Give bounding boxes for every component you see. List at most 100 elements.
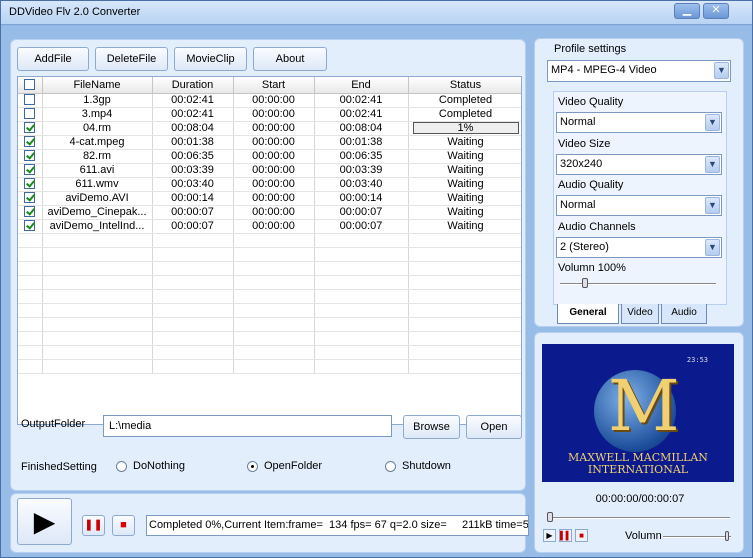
radio-open-folder[interactable]: OpenFolder: [247, 460, 322, 472]
file-list[interactable]: FileName Duration Start End Status 1.3gp…: [17, 76, 522, 425]
audio-quality-select[interactable]: Normal ▼: [556, 195, 722, 216]
stop-icon: ■: [579, 531, 584, 540]
open-button[interactable]: Open: [466, 415, 522, 439]
row-checkbox[interactable]: [24, 220, 36, 232]
browse-button[interactable]: Browse: [403, 415, 460, 439]
radio-shutdown[interactable]: Shutdown: [385, 460, 451, 472]
table-row[interactable]: 3.mp4 00:02:41 00:00:00 00:02:41 Completed: [18, 107, 521, 122]
row-checkbox-cell[interactable]: [18, 135, 43, 150]
row-checkbox[interactable]: [24, 206, 36, 218]
profile-select[interactable]: MP4 - MPEG-4 Video ▼: [547, 60, 731, 82]
preview-stop-button[interactable]: ■: [575, 529, 588, 542]
table-row[interactable]: aviDemo.AVI 00:00:14 00:00:00 00:00:14 Waiti…: [18, 191, 521, 206]
row-checkbox-cell[interactable]: [18, 177, 43, 192]
cell-duration: 00:08:04: [152, 121, 234, 136]
row-checkbox-cell[interactable]: [18, 219, 43, 234]
cell-status: Waiting: [408, 177, 521, 192]
about-button[interactable]: About: [253, 47, 327, 71]
row-checkbox-cell[interactable]: [18, 205, 43, 220]
cell-start: 00:00:00: [233, 135, 315, 150]
video-quality-select[interactable]: Normal ▼: [556, 112, 722, 133]
app-window: DDVideo Flv 2.0 Converter ▁ ✕ AddFile De…: [0, 0, 753, 558]
row-checkbox[interactable]: [24, 136, 36, 148]
cell-duration: 00:00:07: [152, 219, 234, 234]
radio-shutdown-dot: [385, 460, 396, 472]
row-checkbox[interactable]: [24, 94, 36, 106]
row-checkbox[interactable]: [24, 150, 36, 162]
cell-end: 00:00:07: [314, 219, 409, 234]
column-header-filename[interactable]: FileName: [42, 77, 153, 94]
cell-end: 00:08:04: [314, 121, 409, 136]
settings-panel: Profile settings MP4 - MPEG-4 Video ▼ Vid…: [534, 38, 744, 327]
tab-general[interactable]: General: [557, 304, 619, 324]
row-checkbox[interactable]: [24, 192, 36, 204]
chevron-down-icon: ▼: [714, 62, 729, 79]
cell-duration: 00:03:39: [152, 163, 234, 178]
column-header-duration[interactable]: Duration: [152, 77, 234, 94]
cell-duration: 00:01:38: [152, 135, 234, 150]
preview-volume-track[interactable]: [663, 536, 731, 538]
table-row[interactable]: 4-cat.mpeg 00:01:38 00:00:00 00:01:38 Waitin…: [18, 135, 521, 150]
profile-settings-label: Profile settings: [554, 43, 627, 55]
column-header-start[interactable]: Start: [233, 77, 315, 94]
add-file-button[interactable]: AddFile: [17, 47, 89, 71]
row-checkbox[interactable]: [24, 164, 36, 176]
cell-end: 00:01:38: [314, 135, 409, 150]
table-row[interactable]: 04.rm 00:08:04 00:00:00 00:08:04 1%: [18, 121, 521, 136]
preview-play-button[interactable]: ▶: [543, 529, 556, 542]
row-checkbox[interactable]: [24, 108, 36, 120]
cell-duration: 00:02:41: [152, 93, 234, 108]
close-button[interactable]: ✕: [703, 3, 729, 19]
seek-slider-track[interactable]: [548, 517, 730, 519]
cell-name: 1.3gp: [42, 93, 153, 108]
table-row[interactable]: 1.3gp 00:02:41 00:00:00 00:02:41 Completed: [18, 93, 521, 108]
table-row[interactable]: 82.rm 00:06:35 00:00:00 00:06:35 Waiting: [18, 149, 521, 164]
cell-end: 00:03:39: [314, 163, 409, 178]
preview-volume-thumb[interactable]: [725, 531, 729, 541]
row-checkbox-cell[interactable]: [18, 163, 43, 178]
cell-duration: 00:00:07: [152, 205, 234, 220]
tab-video[interactable]: Video: [621, 304, 659, 324]
table-row[interactable]: 611.wmv 00:03:40 00:00:00 00:03:40 Waiting: [18, 177, 521, 192]
table-row[interactable]: aviDemo_Cinepak... 00:00:07 00:00:00 00:00:…: [18, 205, 521, 220]
row-checkbox[interactable]: [24, 178, 36, 190]
video-preview: 23:53 M MAXWELL MACMILLAN INTERNATIONAL: [542, 344, 734, 482]
cell-name: aviDemo_Cinepak...: [42, 205, 153, 220]
cell-start: 00:00:00: [233, 93, 315, 108]
row-checkbox-cell[interactable]: [18, 121, 43, 136]
audio-channels-select[interactable]: 2 (Stereo) ▼: [556, 237, 722, 258]
preview-pause-button[interactable]: ▌▌: [559, 529, 572, 542]
cell-end: 00:02:41: [314, 107, 409, 122]
radio-do-nothing[interactable]: DoNothing: [116, 460, 185, 472]
tab-audio[interactable]: Audio: [661, 304, 707, 324]
cell-name: 3.mp4: [42, 107, 153, 122]
column-header-status[interactable]: Status: [408, 77, 521, 94]
row-checkbox[interactable]: [24, 122, 36, 134]
row-checkbox-cell[interactable]: [18, 149, 43, 164]
cell-name: 4-cat.mpeg: [42, 135, 153, 150]
general-settings-box: Video Quality Normal ▼ Video Size 320x240…: [553, 91, 727, 305]
delete-file-button[interactable]: DeleteFile: [95, 47, 168, 71]
audio-quality-value: Normal: [560, 199, 596, 211]
minimize-button[interactable]: ▁: [674, 3, 700, 19]
column-header-end[interactable]: End: [314, 77, 409, 94]
seek-slider-thumb[interactable]: [547, 512, 553, 522]
movie-clip-button[interactable]: MovieClip: [174, 47, 247, 71]
output-folder-input[interactable]: L:\media: [103, 415, 392, 437]
start-button[interactable]: ▶: [17, 498, 72, 545]
video-size-select[interactable]: 320x240 ▼: [556, 154, 722, 175]
row-checkbox-cell[interactable]: [18, 107, 43, 122]
cell-status: Waiting: [408, 135, 521, 150]
select-all-checkbox[interactable]: [24, 79, 36, 91]
pause-button[interactable]: ❚❚: [82, 515, 105, 536]
table-row[interactable]: 611.avi 00:03:39 00:00:00 00:03:39 Waiting: [18, 163, 521, 178]
cell-end: 00:00:07: [314, 205, 409, 220]
volume-slider-thumb[interactable]: [581, 278, 588, 288]
logo-line-2: INTERNATIONAL: [587, 463, 689, 476]
select-all-header[interactable]: [18, 77, 43, 94]
row-checkbox-cell[interactable]: [18, 191, 43, 206]
stop-button[interactable]: ■: [112, 515, 135, 536]
cell-duration: 00:02:41: [152, 107, 234, 122]
row-checkbox-cell[interactable]: [18, 93, 43, 108]
table-row[interactable]: aviDemo_IntelInd... 00:00:07 00:00:00 00:00…: [18, 219, 521, 234]
